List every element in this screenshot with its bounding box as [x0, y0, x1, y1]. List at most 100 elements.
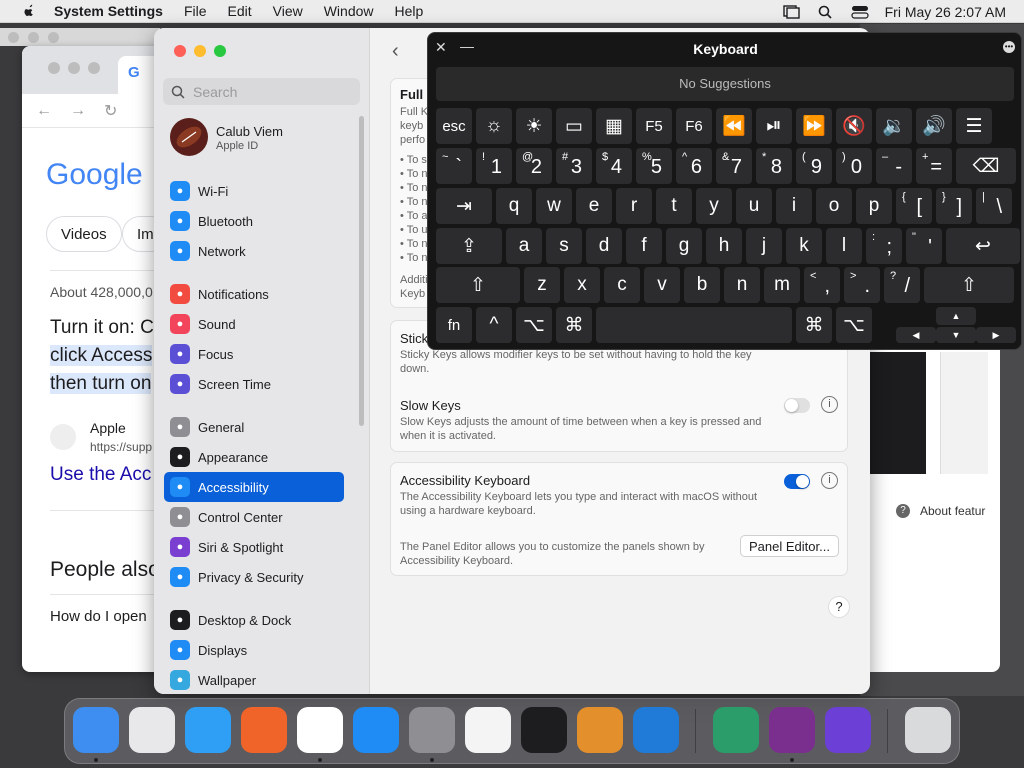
brightness-up-icon[interactable]: ☀	[516, 108, 552, 144]
search-input[interactable]: Search	[163, 78, 360, 105]
arrow-left-key[interactable]: ◀	[896, 327, 936, 343]
sidebar-item-focus[interactable]: ● Focus	[164, 339, 344, 369]
arrow-up-key[interactable]: ▲	[936, 307, 976, 325]
command-icon[interactable]: ⌘	[556, 307, 592, 343]
bg-window-min[interactable]	[28, 32, 39, 43]
menu-app-name[interactable]: System Settings	[54, 3, 163, 19]
key-v[interactable]: v	[644, 267, 680, 303]
key-'[interactable]: " '	[906, 228, 942, 264]
key-F6[interactable]: F6	[676, 108, 712, 144]
shift-icon[interactable]: ⇧	[436, 267, 520, 303]
close-button[interactable]	[174, 45, 186, 57]
key-q[interactable]: q	[496, 188, 532, 224]
menu-window[interactable]: Window	[324, 3, 374, 19]
delete-icon[interactable]: ⌫	[956, 148, 1016, 184]
return-icon[interactable]: ↩	[946, 228, 1020, 264]
key-i[interactable]: i	[776, 188, 812, 224]
sidebar-item-screen-time[interactable]: ● Screen Time	[164, 369, 344, 399]
textedit-icon[interactable]	[465, 707, 511, 753]
menu-edit[interactable]: Edit	[228, 3, 252, 19]
control-icon[interactable]: ^	[476, 307, 512, 343]
search-icon[interactable]	[817, 5, 835, 19]
rewind-icon[interactable]: ⏪	[716, 108, 752, 144]
key-p[interactable]: p	[856, 188, 892, 224]
key-/[interactable]: ? /	[884, 267, 920, 303]
sidebar-item-wallpaper[interactable]: ● Wallpaper	[164, 665, 344, 694]
help-button[interactable]: ?	[828, 596, 850, 618]
menu-view[interactable]: View	[273, 3, 303, 19]
fast-forward-icon[interactable]: ⏩	[796, 108, 832, 144]
sidebar-item-wi-fi[interactable]: ● Wi-Fi	[164, 176, 344, 206]
panel-editor-button[interactable]: Panel Editor...	[740, 535, 839, 557]
key-4[interactable]: $4	[596, 148, 632, 184]
keyboard-options-icon[interactable]: •••	[1003, 41, 1015, 53]
purple-app-icon[interactable]	[825, 707, 871, 753]
slow-keys-info-icon[interactable]: i	[821, 396, 838, 413]
key-9[interactable]: (9	[796, 148, 832, 184]
caps-lock-icon[interactable]: ⇪	[436, 228, 502, 264]
key-8[interactable]: * 8	[756, 148, 792, 184]
bg-window-zoom[interactable]	[48, 32, 59, 43]
sidebar-item-appearance[interactable]: ● Appearance	[164, 442, 344, 472]
key-m[interactable]: m	[764, 267, 800, 303]
menu-file[interactable]: File	[184, 3, 207, 19]
sidebar-scrollbar[interactable]	[359, 116, 364, 426]
firefox-icon[interactable]	[241, 707, 287, 753]
sidebar-item-desktop-dock[interactable]: ● Desktop & Dock	[164, 605, 344, 635]
brightness-down-icon[interactable]: ☼	[476, 108, 512, 144]
sidebar-item-displays[interactable]: ● Displays	[164, 635, 344, 665]
apple-menu-icon[interactable]	[18, 4, 40, 18]
key-j[interactable]: j	[746, 228, 782, 264]
key-d[interactable]: d	[586, 228, 622, 264]
key-backslash[interactable]: | \	[976, 188, 1012, 224]
launchpad-icon[interactable]: ▦	[596, 108, 632, 144]
sidebar-item-general[interactable]: ● General	[164, 412, 344, 442]
key-o[interactable]: o	[816, 188, 852, 224]
terminal-icon[interactable]	[521, 707, 567, 753]
key-7[interactable]: & 7	[716, 148, 752, 184]
robot-app-icon[interactable]	[713, 707, 759, 753]
accessibility-keyboard-info-icon[interactable]: i	[821, 472, 838, 489]
key-,[interactable]: <,	[804, 267, 840, 303]
arrow-right-key[interactable]: ▶	[976, 327, 1016, 343]
key--[interactable]: – -	[876, 148, 912, 184]
key-e[interactable]: e	[576, 188, 612, 224]
result-link[interactable]: Use the Acc	[50, 464, 151, 486]
bg-window-close[interactable]	[8, 32, 19, 43]
key-n[interactable]: n	[724, 267, 760, 303]
command-icon[interactable]: ⌘	[796, 307, 832, 343]
mission-control-icon[interactable]: ▭	[556, 108, 592, 144]
key-f[interactable]: f	[626, 228, 662, 264]
sidebar-item-accessibility[interactable]: ● Accessibility	[164, 472, 344, 502]
list-icon[interactable]: ☰	[956, 108, 992, 144]
tab-icon[interactable]: ⇥	[436, 188, 492, 224]
launchpad-icon[interactable]	[129, 707, 175, 753]
arrow-down-key[interactable]: ▼	[936, 327, 976, 343]
system-settings-icon[interactable]	[409, 707, 455, 753]
key-w[interactable]: w	[536, 188, 572, 224]
key-b[interactable]: b	[684, 267, 720, 303]
sidebar-item-network[interactable]: ● Network	[164, 236, 344, 266]
key-=[interactable]: + =	[916, 148, 952, 184]
chrome-min[interactable]	[68, 62, 80, 74]
key-y[interactable]: y	[696, 188, 732, 224]
sidebar-item-privacy-security[interactable]: ● Privacy & Security	[164, 562, 344, 592]
play-pause-icon[interactable]: ⏯	[756, 108, 792, 144]
key-h[interactable]: h	[706, 228, 742, 264]
key-a[interactable]: a	[506, 228, 542, 264]
chrome-zoom[interactable]	[88, 62, 100, 74]
paa-question[interactable]: How do I open	[50, 608, 147, 625]
back-chevron-icon[interactable]: ‹	[392, 40, 399, 63]
safari-icon[interactable]	[185, 707, 231, 753]
app-store-icon[interactable]	[353, 707, 399, 753]
control-center-icon[interactable]	[851, 5, 869, 19]
garageband-icon[interactable]	[577, 707, 623, 753]
key-x[interactable]: x	[564, 267, 600, 303]
minimize-button[interactable]	[194, 45, 206, 57]
key-;[interactable]: :;	[866, 228, 902, 264]
vscode-icon[interactable]	[633, 707, 679, 753]
window-icon[interactable]	[782, 4, 801, 19]
slow-keys-toggle[interactable]	[784, 398, 810, 413]
key-][interactable]: }]	[936, 188, 972, 224]
space-bar[interactable]	[596, 307, 792, 343]
